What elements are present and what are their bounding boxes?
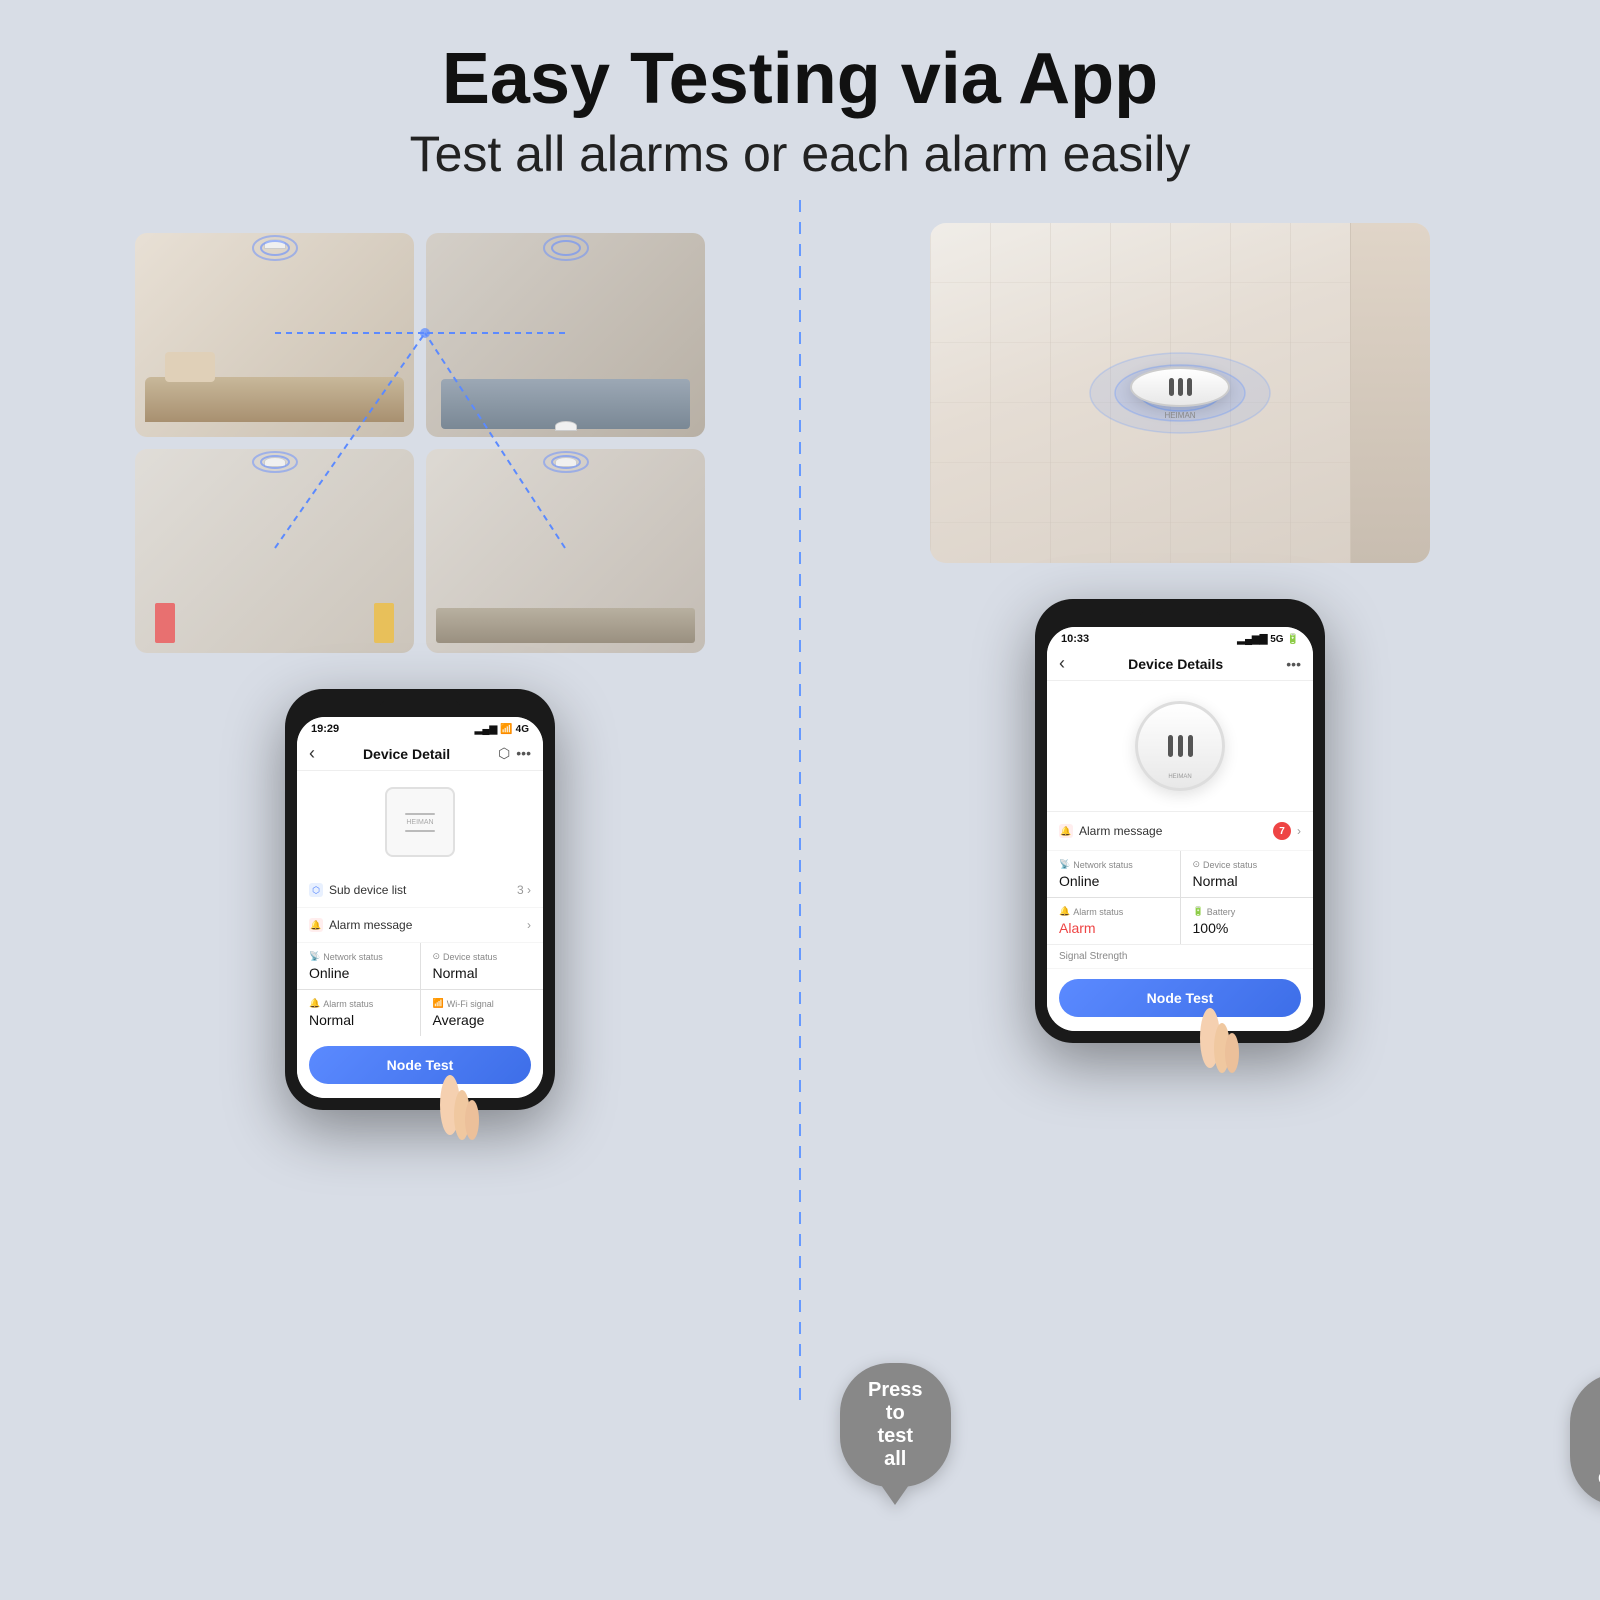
stat-alarm-left: 🔔Alarm status Normal xyxy=(297,990,420,1036)
list-icon-sub: ⬡ xyxy=(309,883,323,897)
right-time: 10:33 xyxy=(1061,633,1089,645)
node-test-btn-right[interactable]: Node Test xyxy=(1059,979,1301,1017)
list-item-alarm[interactable]: 🔔 Alarm message › xyxy=(297,908,543,942)
left-device-image: HEIMAN xyxy=(297,771,543,873)
room-card-living xyxy=(135,233,414,437)
right-button-area: Node Test xyxy=(1047,969,1313,1031)
ceiling-photo: HEIMAN xyxy=(930,223,1430,563)
stat-network-left: 📡Network status Online xyxy=(297,943,420,989)
ceiling-detector-large: HEIMAN xyxy=(1130,367,1230,420)
list-icon-alarm: 🔔 xyxy=(309,918,323,932)
node-test-btn-left[interactable]: Node Test xyxy=(309,1046,531,1084)
device-square-left: HEIMAN xyxy=(385,787,455,857)
right-side: HEIMAN 10:33 ▂▄▆▇ 5G 🔋 xyxy=(820,223,1540,1563)
wall-right xyxy=(1350,223,1430,563)
table-shape xyxy=(165,352,215,382)
right-phone-container: 10:33 ▂▄▆▇ 5G 🔋 ‹ Device Details ••• xyxy=(1035,579,1325,1043)
list-item-sub-device[interactable]: ⬡ Sub device list 3 › xyxy=(297,873,543,907)
signal-kids xyxy=(245,449,305,474)
left-phone-screen: 19:29 ▂▄▆ 📶 4G ‹ Device Detail ⬡ xyxy=(297,717,543,1098)
detector-bedroom xyxy=(555,421,577,431)
left-phone-header: ‹ Device Detail ⬡ ••• xyxy=(297,737,543,771)
left-phone-mockup: 19:29 ▂▄▆ 📶 4G ‹ Device Detail ⬡ xyxy=(285,689,555,1110)
signal-strength-label: Signal Strength xyxy=(1059,951,1127,962)
device-brand: HEIMAN xyxy=(406,819,433,826)
detector-bars-right xyxy=(1168,735,1193,757)
signal-living xyxy=(245,233,305,263)
speech-bubble-right: Press to test single detector xyxy=(1570,1373,1600,1506)
right-status-bar: 10:33 ▂▄▆▇ 5G 🔋 xyxy=(1047,627,1313,647)
dot-3 xyxy=(1187,378,1192,396)
dot-2 xyxy=(1178,378,1183,396)
stat-battery-right: 🔋Battery 100% xyxy=(1181,898,1314,944)
left-time: 19:29 xyxy=(311,723,339,735)
left-side: 19:29 ▂▄▆ 📶 4G ‹ Device Detail ⬡ xyxy=(60,223,780,1563)
right-device-image: HEIMAN xyxy=(1047,681,1313,811)
right-phone-header: ‹ Device Details ••• xyxy=(1047,647,1313,681)
main-title: Easy Testing via App xyxy=(0,40,1600,119)
detector-circle-right: HEIMAN xyxy=(1135,701,1225,791)
left-status-bar: 19:29 ▂▄▆ 📶 4G xyxy=(297,717,543,737)
notch-left xyxy=(380,701,460,713)
detector-sub-text: HEIMAN xyxy=(1168,774,1191,780)
signal-bedroom xyxy=(536,233,596,263)
right-phone-mockup: 10:33 ▂▄▆▇ 5G 🔋 ‹ Device Details ••• xyxy=(1035,599,1325,1043)
finger-tap-left xyxy=(430,1075,490,1160)
stat-wifi-left: 📶Wi-Fi signal Average xyxy=(421,990,544,1036)
balloon-yellow xyxy=(374,603,394,643)
detector-brand: HEIMAN xyxy=(1130,411,1230,420)
speech-bubble-left: Press to test all xyxy=(840,1363,951,1487)
detector-dots xyxy=(1169,378,1192,396)
back-arrow-right[interactable]: ‹ xyxy=(1059,653,1065,674)
left-stats-grid: 📡Network status Online ⊙Device status No… xyxy=(297,943,543,1036)
desk-shape xyxy=(436,608,695,643)
right-signal-strength-row: Signal Strength xyxy=(1047,944,1313,968)
back-arrow-left[interactable]: ‹ xyxy=(309,743,315,764)
right-stats-grid: 📡Network status Online ⊙Device status No… xyxy=(1047,851,1313,944)
sofa-shape xyxy=(145,377,404,422)
alarm-badge: 7 xyxy=(1273,822,1291,840)
right-phone-screen: 10:33 ▂▄▆▇ 5G 🔋 ‹ Device Details ••• xyxy=(1047,627,1313,1031)
stat-network-right: 📡Network status Online xyxy=(1047,851,1180,897)
room-card-kids xyxy=(135,449,414,653)
room-card-office xyxy=(426,449,705,653)
divider-line xyxy=(799,200,801,1400)
right-header-icons: ••• xyxy=(1286,656,1301,672)
room-grid xyxy=(135,233,705,653)
detector-body-large xyxy=(1130,367,1230,407)
signal-office xyxy=(536,449,596,474)
right-screen-title: Device Details xyxy=(1128,656,1223,672)
header-section: Easy Testing via App Test all alarms or … xyxy=(0,0,1600,193)
stat-device-left: ⊙Device status Normal xyxy=(421,943,544,989)
right-list-icon-alarm: 🔔 xyxy=(1059,824,1073,838)
balloon-red xyxy=(155,603,175,643)
left-button-area: Node Test xyxy=(297,1036,543,1098)
dot-1 xyxy=(1169,378,1174,396)
room-card-bedroom xyxy=(426,233,705,437)
left-status-icons: ▂▄▆ 📶 4G xyxy=(475,724,529,735)
left-header-icons: ⬡ ••• xyxy=(498,745,531,762)
finger-tap-right xyxy=(1190,1008,1250,1093)
right-list-item-alarm[interactable]: 🔔 Alarm message 7 › xyxy=(1047,811,1313,850)
notch-right xyxy=(1140,611,1220,623)
right-status-icons: ▂▄▆▇ 5G 🔋 xyxy=(1237,634,1299,645)
left-screen-title: Device Detail xyxy=(363,746,450,762)
left-phone-container: 19:29 ▂▄▆ 📶 4G ‹ Device Detail ⬡ xyxy=(285,669,555,1110)
stat-device-right: ⊙Device status Normal xyxy=(1181,851,1314,897)
sub-title: Test all alarms or each alarm easily xyxy=(0,125,1600,183)
stat-alarm-right: 🔔Alarm status Alarm xyxy=(1047,898,1180,944)
device-line-2 xyxy=(405,830,435,832)
device-line-1 xyxy=(405,813,435,815)
